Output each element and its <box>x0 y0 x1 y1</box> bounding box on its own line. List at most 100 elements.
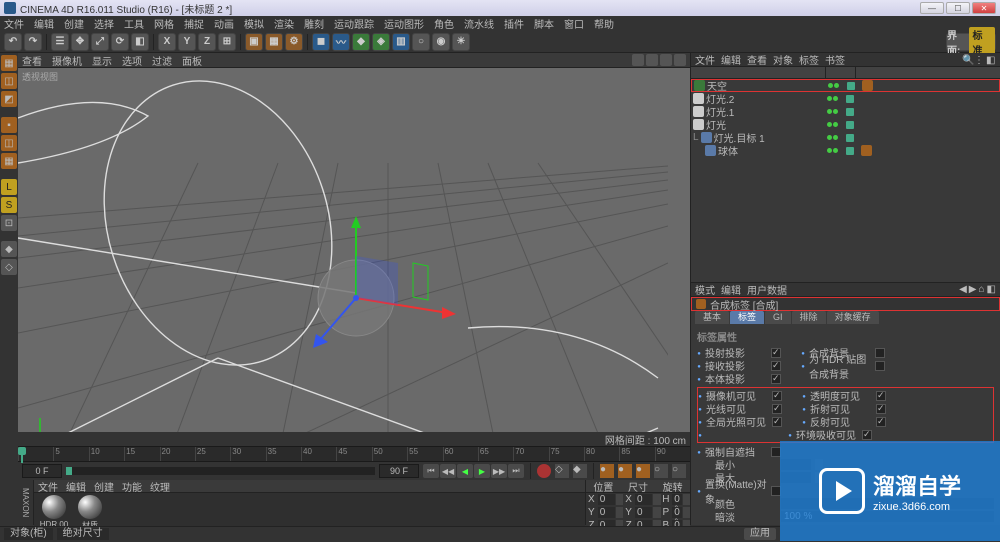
tweak-icon[interactable]: ◆ <box>1 241 17 257</box>
om-menu-item[interactable]: 文件 <box>695 52 715 67</box>
autokey-icon[interactable]: ◇ <box>555 464 569 478</box>
vp-nav-icon[interactable] <box>632 54 644 66</box>
checkbox[interactable] <box>771 374 781 384</box>
om-menu-item[interactable]: 书签 <box>825 52 845 67</box>
frame-start-field[interactable]: 0 F <box>22 464 62 478</box>
render-settings-icon[interactable]: ⚙ <box>285 33 303 51</box>
poly-mode-icon[interactable]: ▦ <box>1 153 17 169</box>
close-button[interactable]: ✕ <box>972 2 996 14</box>
environment-icon[interactable]: ○ <box>412 33 430 51</box>
checkbox[interactable] <box>875 361 885 371</box>
mat-menu-item[interactable]: 创建 <box>94 479 114 494</box>
attr-menu-item[interactable]: 用户数据 <box>747 282 787 297</box>
vp-nav-icon[interactable] <box>646 54 658 66</box>
attr-menu-icon[interactable]: ◧ <box>987 284 996 295</box>
coord-field[interactable]: 0 cm <box>635 507 652 518</box>
coord-field[interactable]: 0 cm <box>635 494 652 505</box>
mat-menu-item[interactable]: 编辑 <box>66 479 86 494</box>
attr-menu-item[interactable]: 模式 <box>695 282 715 297</box>
vp-menu-item[interactable]: 选项 <box>122 53 142 68</box>
play-icon[interactable]: ▶ <box>474 464 490 478</box>
attr-tab[interactable]: 标签 <box>730 311 764 324</box>
menu-item[interactable]: 工具 <box>124 16 144 31</box>
texture-mode-icon[interactable]: ◫ <box>1 73 17 89</box>
checkbox[interactable] <box>771 348 781 358</box>
next-key-icon[interactable]: ▶▶ <box>491 464 507 478</box>
prev-key-icon[interactable]: ◀◀ <box>440 464 456 478</box>
perspective-viewport[interactable]: 透视视图 <box>18 68 690 432</box>
menu-item[interactable]: 插件 <box>504 16 524 31</box>
key-pla-icon[interactable]: ○ <box>672 464 686 478</box>
render-view-icon[interactable]: ▣ <box>245 33 263 51</box>
attr-nav-icon[interactable]: ◀ <box>959 284 967 295</box>
recent-tool-icon[interactable]: ◧ <box>131 33 149 51</box>
generator-icon[interactable]: ◆ <box>352 33 370 51</box>
status-size-dropdown[interactable]: 绝对尺寸 <box>57 528 109 540</box>
render-pv-icon[interactable]: ▦ <box>265 33 283 51</box>
checkbox[interactable] <box>771 361 781 371</box>
maximize-button[interactable]: ☐ <box>946 2 970 14</box>
menu-item[interactable]: 捕捉 <box>184 16 204 31</box>
menu-item[interactable]: 文件 <box>4 16 24 31</box>
checkbox[interactable] <box>862 430 872 440</box>
om-menu-item[interactable]: 编辑 <box>721 52 741 67</box>
key-param-icon[interactable]: ○ <box>654 464 668 478</box>
goto-end-icon[interactable]: ⏭ <box>508 464 524 478</box>
scale-tool-icon[interactable]: ⤢ <box>91 33 109 51</box>
coord-field[interactable]: 0 ° <box>672 494 682 505</box>
attr-nav-icon[interactable]: ▶ <box>969 284 977 295</box>
menu-item[interactable]: 动画 <box>214 16 234 31</box>
visibility-icon[interactable] <box>847 82 855 90</box>
vp-menu-item[interactable]: 显示 <box>92 53 112 68</box>
redo-button[interactable]: ↷ <box>24 33 42 51</box>
lock-z-button[interactable]: Z <box>198 33 216 51</box>
status-mode-dropdown[interactable]: 对象(柜) <box>4 528 53 540</box>
om-menu-item[interactable]: 查看 <box>747 52 767 67</box>
snap-mode-icon[interactable]: S <box>1 197 17 213</box>
record-icon[interactable] <box>537 464 551 478</box>
menu-item[interactable]: 帮助 <box>594 16 614 31</box>
apply-button[interactable]: 应用 <box>744 528 776 540</box>
vp-menu-item[interactable]: 面板 <box>182 53 202 68</box>
checkbox[interactable] <box>876 391 886 401</box>
workplane-icon[interactable]: ◩ <box>1 91 17 107</box>
tweak2-icon[interactable]: ◇ <box>1 259 17 275</box>
object-tag-icon[interactable] <box>861 145 872 156</box>
checkbox[interactable] <box>876 417 886 427</box>
play-back-icon[interactable]: ◀ <box>457 464 473 478</box>
om-icon[interactable]: ◧ <box>986 55 996 65</box>
menu-item[interactable]: 网格 <box>154 16 174 31</box>
object-tag-icon[interactable] <box>862 80 873 91</box>
menu-item[interactable]: 角色 <box>434 16 454 31</box>
key-rot-icon[interactable]: ● <box>636 464 650 478</box>
vp-toggle-icon[interactable] <box>674 54 686 66</box>
checkbox[interactable] <box>875 348 885 358</box>
menu-item[interactable]: 雕刻 <box>304 16 324 31</box>
playhead-icon[interactable] <box>21 447 23 463</box>
menu-item[interactable]: 运动跟踪 <box>334 16 374 31</box>
attr-menu-item[interactable]: 编辑 <box>721 282 741 297</box>
attr-tab[interactable]: GI <box>765 311 791 324</box>
attr-tab[interactable]: 排除 <box>792 311 826 324</box>
menu-item[interactable]: 窗口 <box>564 16 584 31</box>
object-manager[interactable]: 天空灯光.2灯光.1灯光L灯光.目标 1球体 <box>691 67 1000 282</box>
menu-item[interactable]: 流水线 <box>464 16 494 31</box>
key-icon[interactable]: ◆ <box>573 464 587 478</box>
move-tool-icon[interactable]: ✥ <box>71 33 89 51</box>
key-pos-icon[interactable]: ● <box>600 464 614 478</box>
vp-menu-item[interactable]: 摄像机 <box>52 53 82 68</box>
menu-item[interactable]: 渲染 <box>274 16 294 31</box>
edge-mode-icon[interactable]: ◫ <box>1 135 17 151</box>
generator2-icon[interactable]: ◈ <box>372 33 390 51</box>
mat-menu-item[interactable]: 文件 <box>38 479 58 494</box>
undo-button[interactable]: ↶ <box>4 33 22 51</box>
lock-x-button[interactable]: X <box>158 33 176 51</box>
attr-tab[interactable]: 对象缓存 <box>827 311 879 324</box>
key-scale-icon[interactable]: ● <box>618 464 632 478</box>
visibility-icon[interactable] <box>846 134 854 142</box>
model-mode-icon[interactable]: ▦ <box>1 55 17 71</box>
mat-menu-item[interactable]: 功能 <box>122 479 142 494</box>
deformer-icon[interactable]: ▥ <box>392 33 410 51</box>
vp-menu-item[interactable]: 查看 <box>22 53 42 68</box>
visibility-icon[interactable] <box>846 121 854 129</box>
